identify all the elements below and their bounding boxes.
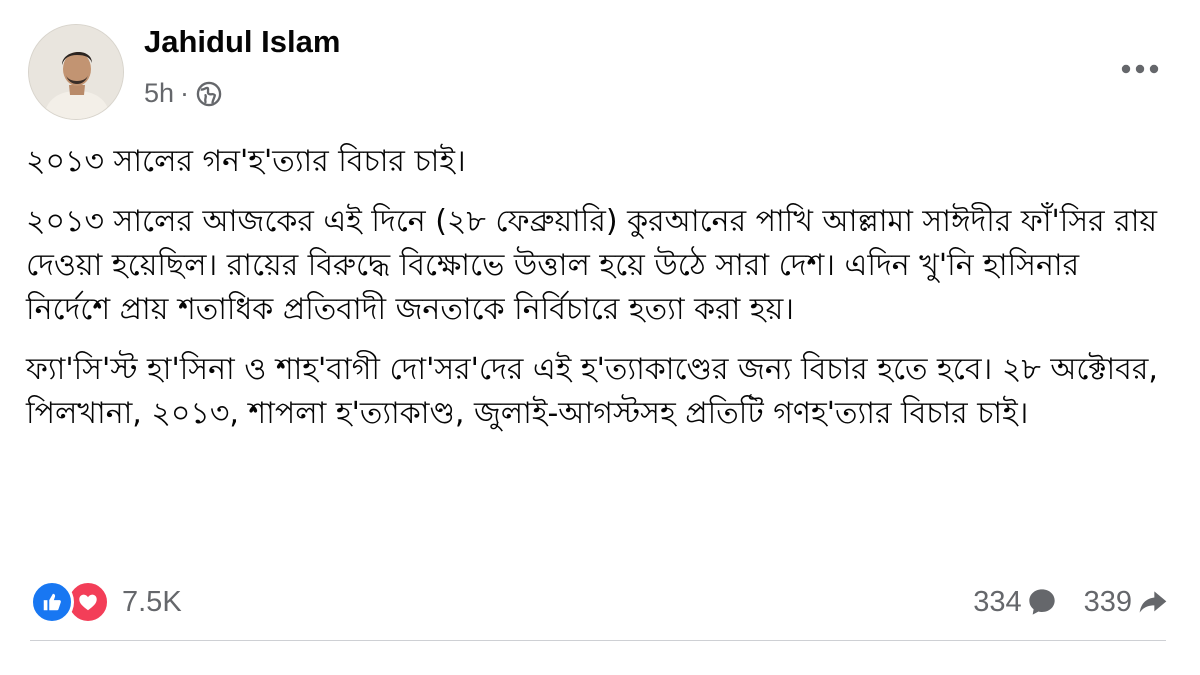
post-paragraph: ২০১৩ সালের গন'হ'ত্যার বিচার চাই। — [26, 144, 466, 179]
comments-count-link[interactable]: 334 — [973, 586, 1057, 619]
comment-icon — [1028, 589, 1055, 615]
footer-divider — [30, 640, 1166, 641]
shares-count-link[interactable]: 339 — [1084, 586, 1170, 619]
more-icon — [1121, 64, 1159, 74]
share-icon — [1139, 591, 1167, 613]
more-options-button[interactable] — [1116, 52, 1164, 86]
post-footer: 7.5K 334 339 — [30, 578, 1170, 626]
profile-photo-icon — [29, 25, 123, 119]
globe-icon[interactable] — [195, 80, 223, 108]
post-time[interactable]: 5h — [144, 78, 174, 109]
post-paragraph: ফ্যা'সি'স্ট হা'সিনা ও শাহ'বাগী দো'সর'দের… — [26, 352, 1158, 431]
like-icon — [30, 580, 74, 624]
engagement-counts: 334 339 — [973, 578, 1170, 626]
reaction-count: 7.5K — [122, 585, 182, 618]
share-count: 339 — [1083, 585, 1132, 618]
reactions-summary[interactable]: 7.5K — [30, 578, 182, 626]
post-paragraph: ২০১৩ সালের আজকের এই দিনে (২৮ ফেব্রুয়ারি… — [26, 204, 1158, 327]
author-name[interactable]: Jahidul Islam — [144, 24, 340, 60]
post-header: Jahidul Islam 5h · — [28, 22, 1172, 122]
avatar[interactable] — [28, 24, 124, 120]
meta-separator: · — [180, 78, 190, 108]
post-meta: 5h · — [144, 78, 223, 109]
post-body: ২০১৩ সালের গন'হ'ত্যার বিচার চাই। ২০১৩ সা… — [26, 140, 1166, 452]
comment-count: 334 — [973, 585, 1022, 618]
facebook-post: Jahidul Islam 5h · ২০১৩ সালের গন'হ'ত্যার… — [0, 0, 1200, 675]
